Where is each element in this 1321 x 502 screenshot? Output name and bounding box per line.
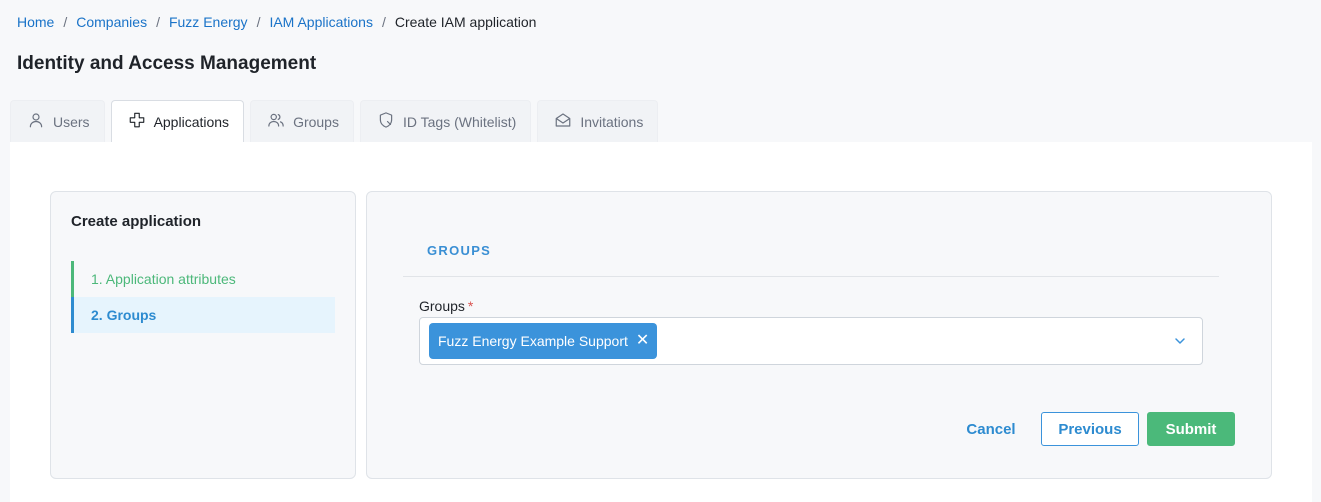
user-icon [27,111,45,132]
id-tag-icon [377,111,395,132]
previous-button[interactable]: Previous [1041,412,1139,446]
applications-icon [128,111,146,132]
required-marker: * [467,298,474,314]
breadcrumb-separator: / [156,14,160,30]
chip-label: Fuzz Energy Example Support [438,333,628,349]
breadcrumb-home-link[interactable]: Home [17,14,54,30]
section-divider [403,276,1219,277]
tab-users[interactable]: Users [10,100,105,142]
breadcrumb-current: Create IAM application [394,14,537,30]
groups-label-text: Groups [419,298,465,314]
tab-label: Applications [153,113,230,130]
breadcrumb-separator: / [256,14,261,30]
section-title: GROUPS [427,243,492,258]
tab-invitations[interactable]: Invitations [537,100,659,142]
selected-group-chip: Fuzz Energy Example Support ✕ [429,323,658,359]
breadcrumb-iam-applications-link[interactable]: IAM Applications [269,14,373,30]
groups-select[interactable]: Fuzz Energy Example Support ✕ [419,317,1203,365]
tab-label: Users [53,113,90,130]
tab-applications[interactable]: Applications [110,100,245,143]
tab-id-tags[interactable]: ID Tags (Whitelist) [359,100,532,142]
breadcrumb-company-link[interactable]: Fuzz Energy [169,14,248,30]
breadcrumb-companies-link[interactable]: Companies [76,14,147,30]
breadcrumb-separator: / [63,14,68,30]
content-card: Create application 1. Application attrib… [10,142,1312,502]
tabs-bar: Users Applications Groups ID Tags (White… [10,100,1312,143]
tab-groups[interactable]: Groups [250,100,354,142]
page-title: Identity and Access Management [17,53,317,74]
cancel-button[interactable]: Cancel [957,412,1025,446]
chip-remove-icon[interactable]: ✕ [636,333,649,349]
breadcrumb: Home / Companies / Fuzz Energy / IAM App… [17,14,536,30]
tab-label: Groups [293,113,339,130]
tab-label: Invitations [580,113,644,130]
chevron-down-icon[interactable] [1172,333,1188,349]
tab-label: ID Tags (Whitelist) [402,113,517,130]
form-panel: GROUPS Groups * Fuzz Energy Example Suppo… [366,191,1272,479]
groups-icon [267,111,285,132]
breadcrumb-separator: / [381,14,386,30]
envelope-icon [554,111,572,132]
groups-field-label: Groups * [419,298,473,314]
steps-title: Create application [71,213,202,230]
steps-panel: Create application 1. Application attrib… [50,191,356,479]
submit-button[interactable]: Submit [1147,412,1235,446]
step-groups[interactable]: 2. Groups [71,297,335,333]
step-application-attributes[interactable]: 1. Application attributes [71,261,335,297]
